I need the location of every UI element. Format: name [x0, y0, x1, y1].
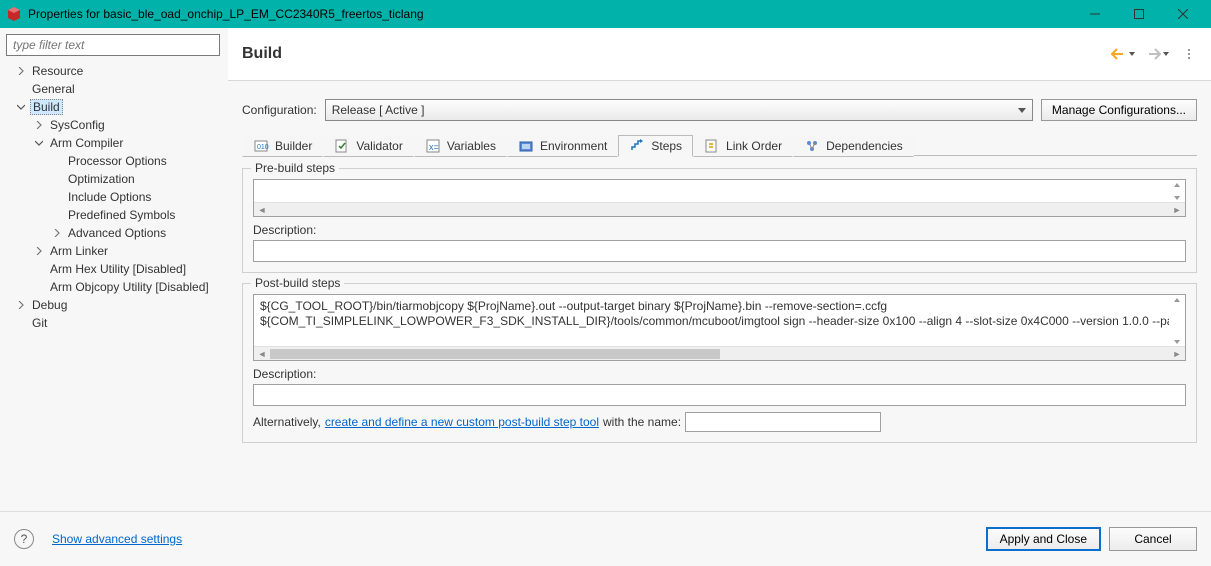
alt-link[interactable]: create and define a new custom post-buil…: [325, 415, 599, 429]
tree-item-sysconfig[interactable]: SysConfig: [6, 116, 228, 134]
chevron-right-icon[interactable]: [32, 118, 46, 132]
main-panel: Build Configuration: Release [ Acti: [228, 28, 1211, 511]
post-build-label: Post-build steps: [251, 276, 344, 290]
tree-item-advanced-options[interactable]: Advanced Options: [6, 224, 228, 242]
pre-build-hscroll[interactable]: ◄ ►: [254, 202, 1185, 216]
pre-desc-input[interactable]: [253, 240, 1186, 262]
maximize-button[interactable]: [1117, 0, 1161, 28]
tree-item-processor-options[interactable]: Processor Options: [6, 152, 228, 170]
post-build-name-input[interactable]: [685, 412, 881, 432]
sidebar: Resource General Build SysConfig Arm Com…: [0, 28, 228, 511]
alt-prefix: Alternatively,: [253, 415, 321, 429]
chevron-down-icon: [1018, 108, 1026, 113]
tree: Resource General Build SysConfig Arm Com…: [6, 62, 228, 332]
scroll-right-icon[interactable]: ►: [1169, 203, 1185, 217]
bottom-bar: ? Show advanced settings Apply and Close…: [0, 511, 1211, 566]
link-order-icon: [704, 138, 720, 154]
chevron-down-icon[interactable]: [14, 100, 28, 114]
chevron-right-icon[interactable]: [50, 226, 64, 240]
tree-item-arm-hex[interactable]: Arm Hex Utility [Disabled]: [6, 260, 228, 278]
config-row: Configuration: Release [ Active ] Manage…: [228, 81, 1211, 133]
pre-desc-label: Description:: [253, 223, 1186, 237]
spin-down-icon[interactable]: [1169, 337, 1185, 346]
window-title: Properties for basic_ble_oad_onchip_LP_E…: [28, 7, 1073, 21]
tree-item-predefined-symbols[interactable]: Predefined Symbols: [6, 206, 228, 224]
back-menu-icon[interactable]: [1129, 52, 1135, 56]
tree-item-resource[interactable]: Resource: [6, 62, 228, 80]
scroll-left-icon[interactable]: ◄: [254, 347, 270, 361]
tree-item-include-options[interactable]: Include Options: [6, 188, 228, 206]
tree-item-git[interactable]: Git: [6, 314, 228, 332]
post-build-text[interactable]: ${CG_TOOL_ROOT}/bin/tiarmobjcopy ${ProjN…: [254, 295, 1169, 346]
show-advanced-link[interactable]: Show advanced settings: [52, 532, 182, 546]
close-button[interactable]: [1161, 0, 1205, 28]
pre-build-group: Pre-build steps ◄ ► Desc: [242, 168, 1197, 273]
apply-close-button[interactable]: Apply and Close: [986, 527, 1101, 551]
tab-dependencies[interactable]: Dependencies: [793, 135, 914, 157]
tree-item-arm-objcopy[interactable]: Arm Objcopy Utility [Disabled]: [6, 278, 228, 296]
manage-configs-button[interactable]: Manage Configurations...: [1041, 99, 1197, 121]
config-value: Release [ Active ]: [332, 103, 425, 117]
tab-body-steps: Pre-build steps ◄ ► Desc: [228, 156, 1211, 511]
tab-builder[interactable]: 010 Builder: [242, 135, 323, 157]
forward-menu-icon[interactable]: [1163, 52, 1169, 56]
tab-environment[interactable]: Environment: [507, 135, 618, 157]
config-label: Configuration:: [242, 103, 317, 117]
scroll-right-icon[interactable]: ►: [1169, 347, 1185, 361]
tree-item-build[interactable]: Build: [6, 98, 228, 116]
tab-validator[interactable]: Validator: [323, 135, 413, 157]
tab-steps[interactable]: Steps: [618, 135, 693, 157]
post-desc-input[interactable]: [253, 384, 1186, 406]
tree-item-debug[interactable]: Debug: [6, 296, 228, 314]
tree-item-arm-linker[interactable]: Arm Linker: [6, 242, 228, 260]
tab-link-order[interactable]: Link Order: [693, 135, 793, 157]
titlebar: Properties for basic_ble_oad_onchip_LP_E…: [0, 0, 1211, 28]
main-header: Build: [228, 28, 1211, 81]
variables-icon: x=: [425, 138, 441, 154]
svg-text:x=: x=: [429, 142, 439, 152]
spin-up-icon[interactable]: [1169, 295, 1185, 304]
alt-row: Alternatively, create and define a new c…: [253, 412, 1186, 432]
post-build-combo[interactable]: ${CG_TOOL_ROOT}/bin/tiarmobjcopy ${ProjN…: [253, 294, 1186, 361]
page-title: Build: [242, 45, 1111, 63]
post-build-hscroll[interactable]: ◄ ►: [254, 346, 1185, 360]
pre-build-text[interactable]: [254, 180, 1169, 202]
cancel-button[interactable]: Cancel: [1109, 527, 1197, 551]
pre-build-label: Pre-build steps: [251, 161, 339, 175]
tabs: 010 Builder Validator x= Variables Envir…: [228, 133, 1211, 156]
scroll-left-icon[interactable]: ◄: [254, 203, 270, 217]
forward-button[interactable]: [1145, 44, 1169, 64]
chevron-right-icon[interactable]: [14, 298, 28, 312]
dependencies-icon: [804, 138, 820, 154]
chevron-right-icon[interactable]: [32, 244, 46, 258]
tree-item-arm-compiler[interactable]: Arm Compiler: [6, 134, 228, 152]
builder-icon: 010: [253, 138, 269, 154]
view-menu-icon[interactable]: [1181, 44, 1197, 64]
alt-suffix: with the name:: [603, 415, 681, 429]
spin-down-icon[interactable]: [1169, 193, 1185, 202]
spin-up-icon[interactable]: [1169, 180, 1185, 189]
config-select[interactable]: Release [ Active ]: [325, 99, 1033, 121]
environment-icon: [518, 138, 534, 154]
chevron-right-icon[interactable]: [14, 64, 28, 78]
back-button[interactable]: [1111, 44, 1135, 64]
help-icon[interactable]: ?: [14, 529, 34, 549]
minimize-button[interactable]: [1073, 0, 1117, 28]
steps-icon: [629, 138, 645, 154]
tree-item-general[interactable]: General: [6, 80, 228, 98]
tab-variables[interactable]: x= Variables: [414, 135, 507, 157]
filter-input[interactable]: [6, 34, 220, 56]
tree-item-optimization[interactable]: Optimization: [6, 170, 228, 188]
svg-text:010: 010: [257, 144, 269, 151]
post-desc-label: Description:: [253, 367, 1186, 381]
chevron-down-icon[interactable]: [32, 136, 46, 150]
pre-build-combo[interactable]: ◄ ►: [253, 179, 1186, 217]
validator-icon: [334, 138, 350, 154]
post-build-group: Post-build steps ${CG_TOOL_ROOT}/bin/tia…: [242, 283, 1197, 443]
app-icon: [6, 6, 22, 22]
